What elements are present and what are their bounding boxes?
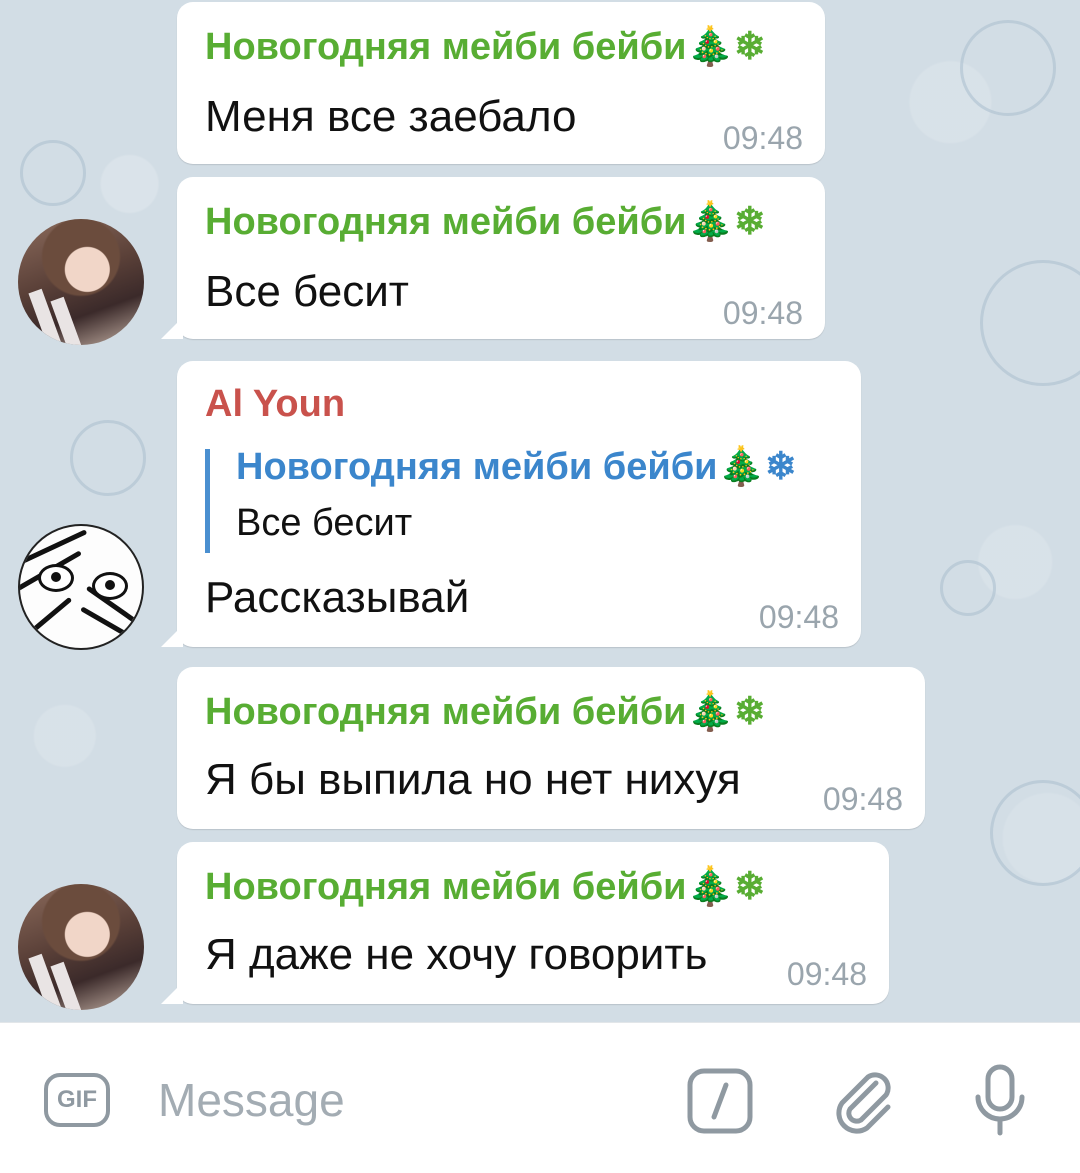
chat-area[interactable]: Новогодняя мейби бейби🎄❄ Меня все заебал…: [0, 0, 1080, 1022]
background-doodle: [20, 140, 86, 206]
message-time: 09:48: [722, 120, 803, 156]
message-text: Я даже не хочу говорить: [205, 930, 708, 979]
message-text: Рассказывай: [205, 573, 470, 622]
background-doodle: [990, 780, 1080, 886]
sender-name[interactable]: Новогодняя мейби бейби🎄❄: [205, 689, 766, 734]
message-composer: GIF: [0, 1022, 1080, 1173]
message-input[interactable]: [158, 1069, 638, 1131]
message-bubble[interactable]: Al Youn Новогодняя мейби бейби🎄❄ Все бес…: [161, 361, 861, 647]
background-doodle: [960, 20, 1056, 116]
paperclip-icon[interactable]: [826, 1063, 902, 1139]
message-bubble[interactable]: Новогодняя мейби бейби🎄❄ Я бы выпила но …: [177, 667, 925, 829]
sender-name[interactable]: Новогодняя мейби бейби🎄❄: [205, 24, 766, 69]
message-text: Меня все заебало: [205, 92, 577, 141]
message-bubble[interactable]: Новогодняя мейби бейби🎄❄ Меня все заебал…: [177, 2, 825, 164]
background-doodle: [980, 260, 1080, 386]
sender-name[interactable]: Новогодняя мейби бейби🎄❄: [205, 199, 766, 244]
reply-preview[interactable]: Новогодняя мейби бейби🎄❄ Все бесит: [205, 446, 797, 553]
message-time: 09:48: [722, 295, 803, 331]
message-time: 09:48: [786, 956, 867, 992]
avatar[interactable]: [18, 219, 144, 345]
reply-text: Все бесит: [236, 502, 413, 544]
reply-sender-name: Новогодняя мейби бейби🎄❄: [236, 446, 797, 488]
avatar[interactable]: [18, 884, 144, 1010]
sender-name[interactable]: Al Youn: [205, 383, 345, 426]
message-text: Я бы выпила но нет нихуя: [205, 755, 741, 804]
message-bubble[interactable]: Новогодняя мейби бейби🎄❄ Все бесит 09:48: [161, 177, 825, 339]
microphone-icon[interactable]: [962, 1063, 1038, 1139]
message-time: 09:48: [758, 599, 839, 635]
message-time: 09:48: [822, 781, 903, 817]
sender-name[interactable]: Новогодняя мейби бейби🎄❄: [205, 864, 766, 909]
background-doodle: [940, 560, 996, 616]
gif-icon[interactable]: GIF: [44, 1073, 110, 1127]
message-text: Все бесит: [205, 267, 409, 316]
bot-command-icon[interactable]: [682, 1063, 758, 1139]
background-doodle: [70, 420, 146, 496]
message-bubble[interactable]: Новогодняя мейби бейби🎄❄ Я даже не хочу …: [161, 842, 889, 1004]
avatar[interactable]: [18, 524, 144, 650]
